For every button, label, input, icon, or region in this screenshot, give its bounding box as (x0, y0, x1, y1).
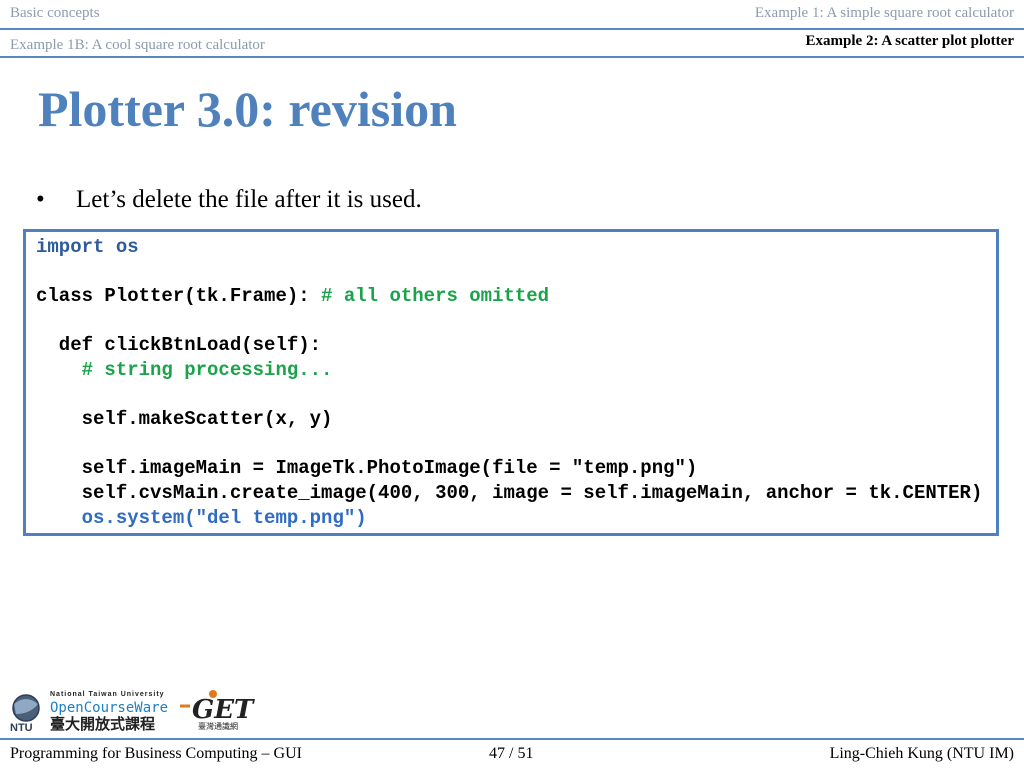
footer-author: Ling-Chieh Kung (NTU IM) (829, 745, 1014, 762)
nav-link-example2-active[interactable]: Example 2: A scatter plot plotter (806, 33, 1014, 50)
ntu-globe-icon (12, 694, 40, 722)
ntu-caption-text: National Taiwan University (50, 691, 165, 698)
ocw-logo: NTU National Taiwan University OpenCours… (10, 690, 255, 734)
code-line-create-image: self.cvsMain.create_image(400, 300, imag… (36, 482, 983, 504)
bullet-dot-icon: • (36, 186, 45, 213)
code-line-import: import os (36, 236, 139, 258)
footer-course: Programming for Business Computing – GUI (10, 745, 302, 762)
footer-divider (0, 738, 1024, 740)
bullet-item: • Let’s delete the file after it is used. (36, 186, 422, 214)
code-block: import os class Plotter(tk.Frame): # all… (23, 229, 999, 536)
logo-area: NTU National Taiwan University OpenCours… (8, 684, 258, 734)
get-cn-text: 臺灣通識網 (198, 721, 238, 731)
get-logo-icon: GET 臺灣通識網 (180, 690, 255, 731)
code-line-comment-processing: # string processing... (36, 359, 333, 381)
code-line-os-system: os.system("del temp.png") (36, 507, 367, 529)
get-mark-text: GET (192, 695, 255, 725)
slide-title: Plotter 3.0: revision (38, 81, 457, 137)
header-divider-top (0, 28, 1024, 30)
code-comment-omitted: # all others omitted (321, 285, 550, 307)
nav-link-example1b[interactable]: Example 1B: A cool square root calculato… (10, 37, 265, 54)
nav-link-basic-concepts[interactable]: Basic concepts (10, 5, 100, 22)
code-line-photoimage: self.imageMain = ImageTk.PhotoImage(file… (36, 457, 698, 479)
ntu-mark-text: NTU (10, 722, 33, 734)
ocw-cn-text: 臺大開放式課程 (50, 715, 155, 733)
ocw-text: OpenCourseWare (50, 700, 168, 716)
bullet-text: Let’s delete the file after it is used. (76, 186, 422, 213)
header-divider-bottom (0, 56, 1024, 58)
nav-link-example1[interactable]: Example 1: A simple square root calculat… (755, 5, 1014, 22)
code-class-def: class Plotter(tk.Frame): (36, 285, 322, 307)
code-line-def: def clickBtnLoad(self): (36, 334, 322, 356)
nav-row-top: Basic concepts Example 1: A simple squar… (0, 5, 1024, 27)
code-line-class: class Plotter(tk.Frame): # all others om… (36, 284, 549, 308)
code-line-makescatter: self.makeScatter(x, y) (36, 408, 333, 430)
footer-page-number: 47 / 51 (489, 745, 534, 762)
nav-row-bottom: Example 1B: A cool square root calculato… (0, 33, 1024, 55)
